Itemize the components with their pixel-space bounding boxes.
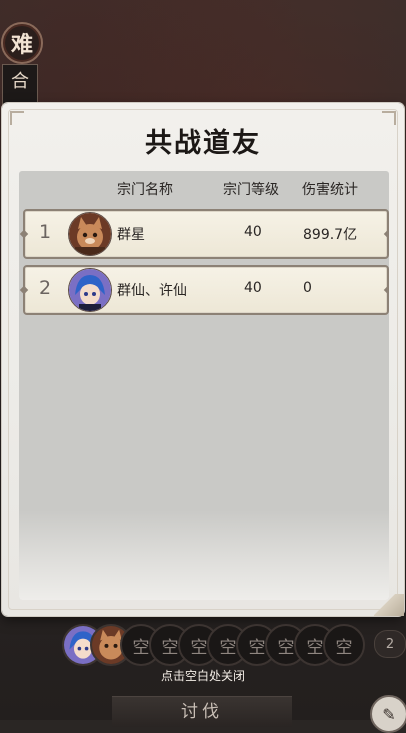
close-hint: 点击空白处关闭 xyxy=(160,669,245,683)
slot-count-badge: 2 xyxy=(374,630,406,658)
row-sect-level: 40 xyxy=(244,224,262,240)
party-slot-empty[interactable]: 空 xyxy=(323,624,365,666)
ally-row[interactable]: 1 群星 40 899.7亿 xyxy=(23,209,389,259)
row-damage: 899.7亿 xyxy=(303,227,358,243)
ally-list: 宗门名称 宗门等级 伤害统计 1 群星 40 899.7亿 2 群仙、许仙 40… xyxy=(19,171,389,600)
ally-row[interactable]: 2 群仙、许仙 40 0 xyxy=(23,265,389,315)
blue-hair-girl-avatar[interactable] xyxy=(68,268,112,312)
row-rank: 2 xyxy=(39,277,52,299)
difficulty-badge[interactable]: 难 xyxy=(1,22,43,64)
row-sect-name: 群仙、许仙 xyxy=(117,283,187,299)
row-sect-level: 40 xyxy=(244,280,262,296)
scroll-corner-decoration xyxy=(374,594,404,616)
panel-title: 共战道友 xyxy=(145,128,261,159)
row-rank: 1 xyxy=(39,221,52,243)
list-header: 宗门名称 宗门等级 伤害统计 xyxy=(19,171,389,204)
bottom-bar: 空 空 空 空 空 空 空 空 2 点击空白处关闭 讨伐 ✎ xyxy=(0,620,406,733)
column-header-level: 宗门等级 xyxy=(223,182,279,198)
co-battle-panel: 共战道友 宗门名称 宗门等级 伤害统计 1 群星 40 899.7亿 2 群仙、… xyxy=(2,103,404,616)
row-sect-name: 群星 xyxy=(117,227,145,243)
column-header-name: 宗门名称 xyxy=(117,182,173,198)
side-tab[interactable]: 合 xyxy=(2,64,38,105)
cat-warrior-avatar[interactable] xyxy=(68,212,112,256)
chat-icon[interactable]: ✎ xyxy=(370,695,406,733)
row-damage: 0 xyxy=(303,280,312,296)
attack-button[interactable]: 讨伐 xyxy=(112,696,292,727)
ink-mountain-decoration xyxy=(19,510,389,600)
column-header-damage: 伤害统计 xyxy=(302,182,358,198)
